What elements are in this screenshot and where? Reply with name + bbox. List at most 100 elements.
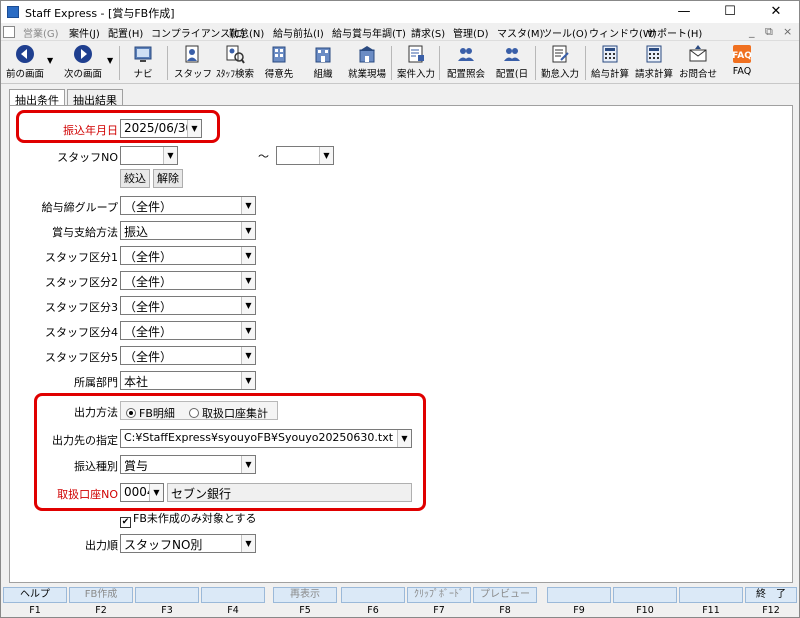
- faq-icon: FAQ: [732, 45, 752, 63]
- app-icon: [7, 6, 19, 18]
- checkmark-icon: ✔: [120, 517, 131, 528]
- toolbar-staff-button[interactable]: スタッフ: [173, 44, 213, 82]
- staff-category3-combo[interactable]: （全件） ▼: [120, 296, 256, 315]
- staff-category5-combo[interactable]: （全件） ▼: [120, 346, 256, 365]
- toolbar-staff-search-label: ｽﾀｯﾌ検索: [215, 69, 254, 80]
- department-value: 本社: [124, 375, 149, 389]
- output-dest-label: 出力先の指定: [52, 434, 118, 447]
- toolbar-navi-button[interactable]: ナビ: [125, 44, 161, 82]
- f10-button[interactable]: [613, 587, 677, 603]
- mdi-close-button[interactable]: ×: [783, 25, 792, 38]
- menu-salary-advance[interactable]: 給与前払(I): [273, 25, 324, 40]
- f5-refresh-button[interactable]: 再表示: [273, 587, 337, 603]
- menu-master[interactable]: マスタ(M): [497, 25, 543, 40]
- menu-admin[interactable]: 管理(D): [453, 25, 489, 40]
- billing-icon: [646, 45, 662, 63]
- account-no-label: 取扱口座NO: [57, 488, 118, 501]
- staff-category5-label: スタッフ区分5: [45, 351, 118, 364]
- mdi-child-icon[interactable]: [3, 26, 15, 38]
- f8-preview-button[interactable]: プレビュー: [473, 587, 537, 603]
- toolbar-billing-button[interactable]: 請求計算: [633, 44, 675, 82]
- f8-key-label: F8: [499, 605, 511, 616]
- chevron-down-icon: ▼: [241, 372, 255, 389]
- f7-clipboard-button[interactable]: ｸﾘｯﾌﾟﾎﾞｰﾄﾞ: [407, 587, 471, 603]
- toolbar-attendance-button[interactable]: 勤怠入力: [539, 44, 581, 82]
- tab-extract-conditions[interactable]: 抽出条件: [9, 89, 65, 107]
- toolbar-placement-inquiry-label: 配置照会: [446, 69, 485, 80]
- transfer-date-picker[interactable]: 2025/06/30 ▼: [120, 119, 202, 138]
- forward-dropdown-icon[interactable]: ▼: [107, 56, 113, 65]
- output-order-combo[interactable]: スタッフNO別 ▼: [120, 534, 256, 553]
- toolbar-separator: [119, 46, 120, 80]
- menu-sales[interactable]: 営業(G): [23, 25, 59, 40]
- menu-tools[interactable]: ツール(O): [542, 25, 588, 40]
- f9-button[interactable]: [547, 587, 611, 603]
- menu-project[interactable]: 案件(J): [69, 25, 100, 40]
- chevron-down-icon: ▼: [149, 484, 163, 501]
- staff-category1-combo[interactable]: （全件） ▼: [120, 246, 256, 265]
- pay-group-combo[interactable]: （全件） ▼: [120, 196, 256, 215]
- output-dest-combo[interactable]: C:¥StaffExpress¥syouyoFB¥Syouyo20250630.…: [120, 429, 412, 448]
- f6-button[interactable]: [341, 587, 405, 603]
- f7-key-label: F7: [433, 605, 445, 616]
- toolbar-inquiry-button[interactable]: お問合せ: [677, 44, 719, 82]
- output-method-group: FB明細 取扱口座集計: [120, 401, 278, 420]
- toolbar-worksite-button[interactable]: 就業現場: [345, 44, 389, 82]
- staff-category2-combo[interactable]: （全件） ▼: [120, 271, 256, 290]
- f2-fb-create-button[interactable]: FB作成: [69, 587, 133, 603]
- menu-support[interactable]: サポート(H): [647, 25, 702, 40]
- staff-no-from-combo[interactable]: ▼: [120, 146, 178, 165]
- unmade-only-checkbox[interactable]: ✔ FB未作成のみ対象とする: [120, 510, 257, 528]
- f4-button[interactable]: [201, 587, 265, 603]
- chevron-down-icon: ▼: [241, 197, 255, 214]
- toolbar-back-button[interactable]: 前の画面: [3, 44, 47, 82]
- department-combo[interactable]: 本社 ▼: [120, 371, 256, 390]
- f12-key-label: F12: [762, 605, 780, 616]
- minimize-button[interactable]: —: [661, 1, 707, 23]
- attendance-icon: [552, 45, 569, 63]
- f11-button[interactable]: [679, 587, 743, 603]
- mdi-minimize-button[interactable]: _: [749, 25, 755, 38]
- toolbar-placement-daily-button[interactable]: 配置(日: [491, 44, 533, 82]
- menu-attendance[interactable]: 勤怠(N): [229, 25, 264, 40]
- back-dropdown-icon[interactable]: ▼: [47, 56, 53, 65]
- toolbar-payroll-button[interactable]: 給与計算: [589, 44, 631, 82]
- toolbar-forward-button[interactable]: 次の画面: [57, 44, 109, 82]
- staff-no-to-combo[interactable]: ▼: [276, 146, 334, 165]
- radio-fb-detail[interactable]: FB明細: [126, 405, 175, 421]
- toolbar-staff-search-button[interactable]: ｽﾀｯﾌ検索: [213, 44, 257, 82]
- tab-extract-results[interactable]: 抽出結果: [67, 89, 123, 107]
- maximize-button[interactable]: ☐: [707, 1, 753, 23]
- f6-key-label: F6: [367, 605, 379, 616]
- transfer-type-combo[interactable]: 賞与 ▼: [120, 455, 256, 474]
- toolbar-organization-button[interactable]: 組織: [303, 44, 343, 82]
- f1-help-button[interactable]: ヘルプ: [3, 587, 67, 603]
- toolbar-faq-button[interactable]: FAQ FAQ: [725, 44, 759, 82]
- toolbar: 前の画面 ▼ 次の画面 ▼ ナビ スタッフ ｽﾀｯﾌ検索 得意先 組織 就業現場…: [1, 42, 799, 84]
- staff-category4-combo[interactable]: （全件） ▼: [120, 321, 256, 340]
- f3-button[interactable]: [135, 587, 199, 603]
- menu-salary-bonus[interactable]: 給与賞与年調(T): [332, 25, 406, 40]
- f2-key-label: F2: [95, 605, 107, 616]
- f1-key-label: F1: [29, 605, 41, 616]
- staff-category3-value: （全件）: [124, 300, 173, 314]
- toolbar-client-button[interactable]: 得意先: [259, 44, 299, 82]
- bonus-payment-method-combo[interactable]: 振込 ▼: [120, 221, 256, 240]
- toolbar-project-input-button[interactable]: 案件入力: [395, 44, 437, 82]
- menu-placement[interactable]: 配置(H): [108, 25, 143, 40]
- narrow-button[interactable]: 絞込: [120, 169, 150, 188]
- toolbar-placement-inquiry-button[interactable]: 配置照会: [443, 44, 489, 82]
- menu-billing[interactable]: 請求(S): [411, 25, 445, 40]
- output-method-label: 出力方法: [74, 406, 118, 419]
- chevron-down-icon: ▼: [241, 222, 255, 239]
- close-button[interactable]: ✕: [753, 1, 799, 23]
- account-no-combo[interactable]: 0004 ▼: [120, 483, 164, 502]
- staff-category5-value: （全件）: [124, 350, 173, 364]
- clear-button[interactable]: 解除: [153, 169, 183, 188]
- staff-search-icon: [226, 45, 245, 64]
- mdi-restore-button[interactable]: ⧉: [765, 25, 773, 39]
- staff-category2-label: スタッフ区分2: [45, 276, 118, 289]
- f12-exit-button[interactable]: 終 了: [745, 587, 797, 603]
- staff-category2-value: （全件）: [124, 275, 173, 289]
- radio-account-summary[interactable]: 取扱口座集計: [189, 405, 268, 421]
